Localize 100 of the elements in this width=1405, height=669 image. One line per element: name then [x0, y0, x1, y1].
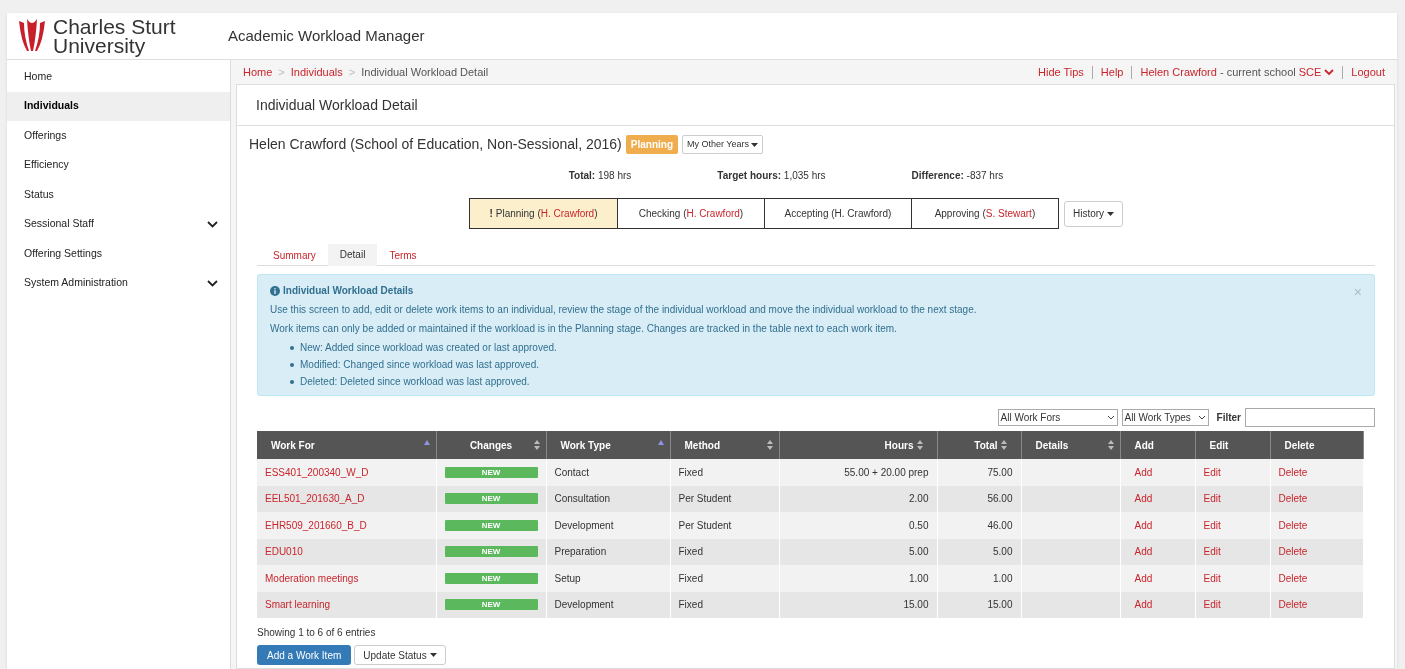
table-cell: 0.50	[909, 519, 929, 531]
work-type-select[interactable]: All Work Types	[1121, 409, 1209, 426]
change-badge: NEW	[444, 519, 538, 531]
delete-link[interactable]: Delete	[1278, 519, 1308, 531]
work-for-link[interactable]: EEL501_201630_A_D	[265, 493, 365, 505]
delete-link[interactable]: Delete	[1278, 599, 1308, 611]
table-cell: Per Student	[678, 519, 732, 531]
table-cell: Fixed	[678, 572, 703, 584]
edit-link[interactable]: Edit	[1203, 466, 1221, 478]
column-header[interactable]: Work Type	[560, 437, 611, 453]
chevron-down-icon	[1106, 415, 1115, 420]
info-text: Work items can only be added or maintained if the workload is in the Planning stage. Changes are tracked in the table next to each work item.	[270, 322, 898, 336]
table-cell: 55.00 + 20.00 prep	[844, 466, 929, 478]
breadcrumb-link[interactable]: Home	[243, 63, 273, 81]
edit-link[interactable]: Edit	[1203, 546, 1221, 558]
panel-title: Individual Workload Detail	[256, 95, 418, 115]
column-header[interactable]: Total	[974, 437, 998, 453]
breadcrumb-current: Individual Workload Detail	[361, 64, 489, 80]
filter-field[interactable]	[1245, 408, 1375, 427]
breadcrumb-link[interactable]: Individuals	[290, 63, 343, 81]
table-cell: 15.00	[987, 599, 1013, 611]
history-dropdown[interactable]: History	[1063, 200, 1124, 227]
sort-ascending-icon[interactable]	[423, 440, 430, 445]
tab[interactable]: Detail	[327, 244, 378, 266]
add-link[interactable]: Add	[1134, 546, 1153, 558]
sort-icon[interactable]	[916, 440, 923, 450]
table-cell: 1.00	[993, 572, 1013, 584]
chevron-down-icon	[1197, 415, 1206, 420]
info-bullet-text: New: Added since workload was created or last approved.	[300, 341, 557, 355]
sort-ascending-icon[interactable]	[657, 440, 664, 445]
sort-icon[interactable]	[1000, 440, 1007, 450]
sidebar-item[interactable]: Status	[7, 180, 230, 210]
edit-link[interactable]: Edit	[1203, 493, 1221, 505]
sidebar-item[interactable]: Offerings	[7, 121, 230, 151]
table-cell: 1.00	[909, 572, 929, 584]
sort-icon[interactable]	[1107, 440, 1114, 450]
add-link[interactable]: Add	[1134, 599, 1153, 611]
logout-link[interactable]: Logout	[1351, 63, 1385, 81]
sort-icon[interactable]	[766, 440, 773, 450]
table-cell: Fixed	[678, 546, 703, 558]
table-cell: 15.00	[903, 599, 929, 611]
change-badge: NEW	[444, 493, 538, 505]
tab[interactable]: Summary	[261, 244, 328, 266]
sidebar-item[interactable]: Efficiency	[7, 150, 230, 180]
user-menu[interactable]: Helen Crawford - current school SCE	[1140, 63, 1335, 81]
other-years-dropdown[interactable]: My Other Years	[682, 134, 764, 155]
entries-info: Showing 1 to 6 of 6 entries	[257, 626, 377, 640]
table-cell: Preparation	[554, 546, 607, 558]
sidebar-item[interactable]: Individuals	[7, 91, 230, 121]
table-cell: 56.00	[987, 493, 1013, 505]
work-for-link[interactable]: EDU010	[265, 546, 303, 558]
info-bullet-text: Deleted: Deleted since workload was last approved.	[300, 375, 530, 389]
app-title: Academic Workload Manager	[228, 25, 425, 46]
update-status-dropdown[interactable]: Update Status	[354, 645, 446, 665]
delete-link[interactable]: Delete	[1278, 466, 1308, 478]
info-text: Use this screen to add, edit or delete work items to an individual, review the stage of the individual workload and move the individual workload to the next stage.	[270, 303, 978, 317]
sidebar-item[interactable]: Offering Settings	[7, 239, 230, 269]
delete-link[interactable]: Delete	[1278, 572, 1308, 584]
change-badge: NEW	[444, 572, 538, 584]
table-cell: Setup	[554, 572, 581, 584]
sidebar-item[interactable]: Home	[7, 62, 230, 92]
sort-icon[interactable]	[533, 440, 540, 450]
university-logo-icon	[17, 19, 47, 53]
logo-text: Charles Sturt	[53, 17, 176, 36]
work-for-select[interactable]: All Work Fors	[997, 409, 1118, 426]
add-link[interactable]: Add	[1134, 493, 1153, 505]
edit-link[interactable]: Edit	[1203, 519, 1221, 531]
table-cell: 2.00	[909, 493, 929, 505]
table-cell: Per Student	[678, 493, 732, 505]
column-header[interactable]: Work For	[271, 437, 315, 453]
add-work-item-button[interactable]: Add a Work Item	[257, 645, 352, 665]
table-cell: Fixed	[678, 599, 703, 611]
table-cell: 5.00	[909, 546, 929, 558]
column-header[interactable]: Add	[1134, 437, 1154, 453]
help-link[interactable]: Help	[1100, 63, 1124, 81]
edit-link[interactable]: Edit	[1203, 599, 1221, 611]
add-link[interactable]: Add	[1134, 466, 1153, 478]
delete-link[interactable]: Delete	[1278, 493, 1308, 505]
work-for-link[interactable]: Smart learning	[265, 599, 331, 611]
column-header[interactable]: Hours	[884, 437, 914, 453]
total-stat: Target hours: 1,035 hrs	[717, 169, 826, 183]
add-link[interactable]: Add	[1134, 572, 1153, 584]
delete-link[interactable]: Delete	[1278, 546, 1308, 558]
column-header[interactable]: Edit	[1209, 437, 1229, 453]
column-header[interactable]: Changes	[469, 437, 513, 453]
filter-label: Filter	[1216, 411, 1241, 425]
work-for-link[interactable]: Moderation meetings	[265, 572, 359, 584]
breadcrumb-separator: >	[348, 64, 356, 80]
work-for-link[interactable]: ESS401_200340_W_D	[265, 466, 369, 478]
sidebar-item[interactable]: Sessional Staff	[7, 209, 230, 239]
column-header[interactable]: Method	[684, 437, 721, 453]
sidebar-item[interactable]: System Administration	[7, 268, 230, 298]
hide-tips-link[interactable]: Hide Tips	[1038, 63, 1084, 81]
column-header[interactable]: Details	[1035, 437, 1069, 453]
workflow-stage[interactable]: ! Planning (H. Crawford)	[469, 199, 617, 228]
column-header[interactable]: Delete	[1284, 437, 1315, 453]
add-link[interactable]: Add	[1134, 519, 1153, 531]
edit-link[interactable]: Edit	[1203, 572, 1221, 584]
work-for-link[interactable]: EHR509_201660_B_D	[265, 519, 367, 531]
tab[interactable]: Terms	[377, 244, 429, 266]
